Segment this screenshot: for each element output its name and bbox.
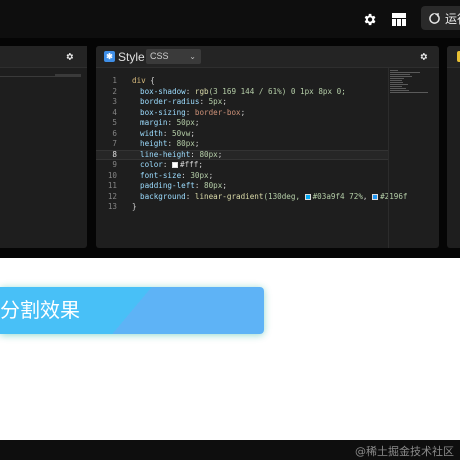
html-pane-header [0,46,87,68]
code-line: 6 width: 50vw; [96,129,388,140]
code-line: 4 box-sizing: border-box; [96,108,388,119]
layout-icon[interactable] [389,9,409,29]
css-value: (130deg, [263,191,305,201]
line-number: 4 [112,107,117,117]
css-value: 50px [176,118,195,127]
settings-gear-icon[interactable] [359,9,379,29]
js-pane-header [447,46,460,68]
code-line: 2 box-shadow: rgb(3 169 144 / 61%) 0 1px … [96,87,388,98]
css-value: 0 1px 8px 0; [286,86,346,96]
css-property: border-radius [140,97,200,106]
css-property: background [140,191,186,201]
code-line: 9 color: #fff; [96,160,388,171]
line-number: 12 [107,191,117,201]
css-property: box-shadow [140,86,186,96]
css-property: line-height [140,149,191,159]
code-line: 7 height: 80px; [96,139,388,150]
style-pane: ✱ Style CSS ⌄ 1 div { 2 box-shadow: rgb(3 … [96,46,439,248]
line-number: 13 [107,202,117,211]
css-value: 5px [208,97,223,106]
css-value: (3 169 144 / 61%) [208,86,287,96]
chevron-down-icon: ⌄ [189,52,196,61]
css-logo-icon: ✱ [104,51,115,62]
css-property: padding-left [140,181,195,190]
line-number: 7 [112,139,117,148]
css-property: box-sizing [140,107,186,117]
css-value: 50vw [172,128,191,138]
css-code-editor[interactable]: 1 div { 2 box-shadow: rgb(3 169 144 / 61%)… [96,76,408,213]
top-toolbar: 运行 [0,0,460,38]
line-number: 5 [112,118,117,127]
html-code-line [0,76,55,77]
color-swatch[interactable] [172,162,179,168]
line-number: 9 [112,160,117,169]
line-number: 6 [112,128,117,138]
css-function: rgb [194,86,209,96]
css-value: 80px [204,181,223,190]
editor-area: ✱ Style CSS ⌄ 1 div { 2 box-shadow: rgb(3 … [0,38,460,258]
style-pane-title: Style [118,50,145,64]
code-line: 11 padding-left: 80px; [96,181,388,192]
line-number: 11 [107,181,117,190]
minimap-divider [388,68,389,248]
css-function: linear-gradient [194,191,264,201]
code-line: 3 border-radius: 5px; [96,97,388,108]
css-selector: div [132,76,146,85]
css-property: margin [140,118,168,127]
css-property: width [140,128,163,138]
code-line-active: 8 line-height: 80px; [96,149,388,160]
css-property: color [140,160,163,169]
line-number: 8 [112,149,117,159]
run-label: 运行 [445,11,460,26]
html-pane-gear-icon[interactable] [64,51,75,62]
run-button[interactable]: 运行 [421,6,460,30]
line-number: 1 [112,76,117,85]
line-number: 3 [112,97,117,106]
run-icon [429,12,440,24]
css-value: #fff [180,160,199,169]
css-property: height [140,139,168,148]
language-select-value: CSS [150,51,169,61]
html-pane [0,46,87,248]
css-value: border-box [194,107,241,117]
color-swatch[interactable] [372,193,379,200]
css-property: font-size [140,170,182,180]
css-value: #2196f [380,191,408,201]
color-swatch[interactable] [304,193,311,200]
css-value: 30px [190,170,209,180]
code-line: 10 font-size: 30px; [96,171,388,182]
code-line: 1 div { [96,76,388,87]
line-number: 10 [107,170,117,180]
css-value: 80px [176,139,195,148]
css-value: #03a9f4 72% [312,191,363,201]
style-pane-gear-icon[interactable] [418,51,429,62]
line-number: 2 [112,86,117,96]
html-minimap [55,74,81,77]
code-minimap[interactable] [390,70,430,110]
brace: { [145,76,155,85]
code-line: 12 background: linear-gradient(130deg, #0… [96,191,408,203]
watermark: @稀土掘金技术社区 [355,445,454,458]
code-line: 13} [96,202,388,213]
code-line: 5 margin: 50px; [96,118,388,129]
js-pane [447,46,460,248]
style-pane-header: ✱ Style CSS ⌄ [96,46,439,68]
preview-text: 分割效果 [0,298,80,322]
css-value: 80px [199,149,218,159]
language-select[interactable]: CSS ⌄ [146,49,201,64]
brace: } [132,202,137,211]
